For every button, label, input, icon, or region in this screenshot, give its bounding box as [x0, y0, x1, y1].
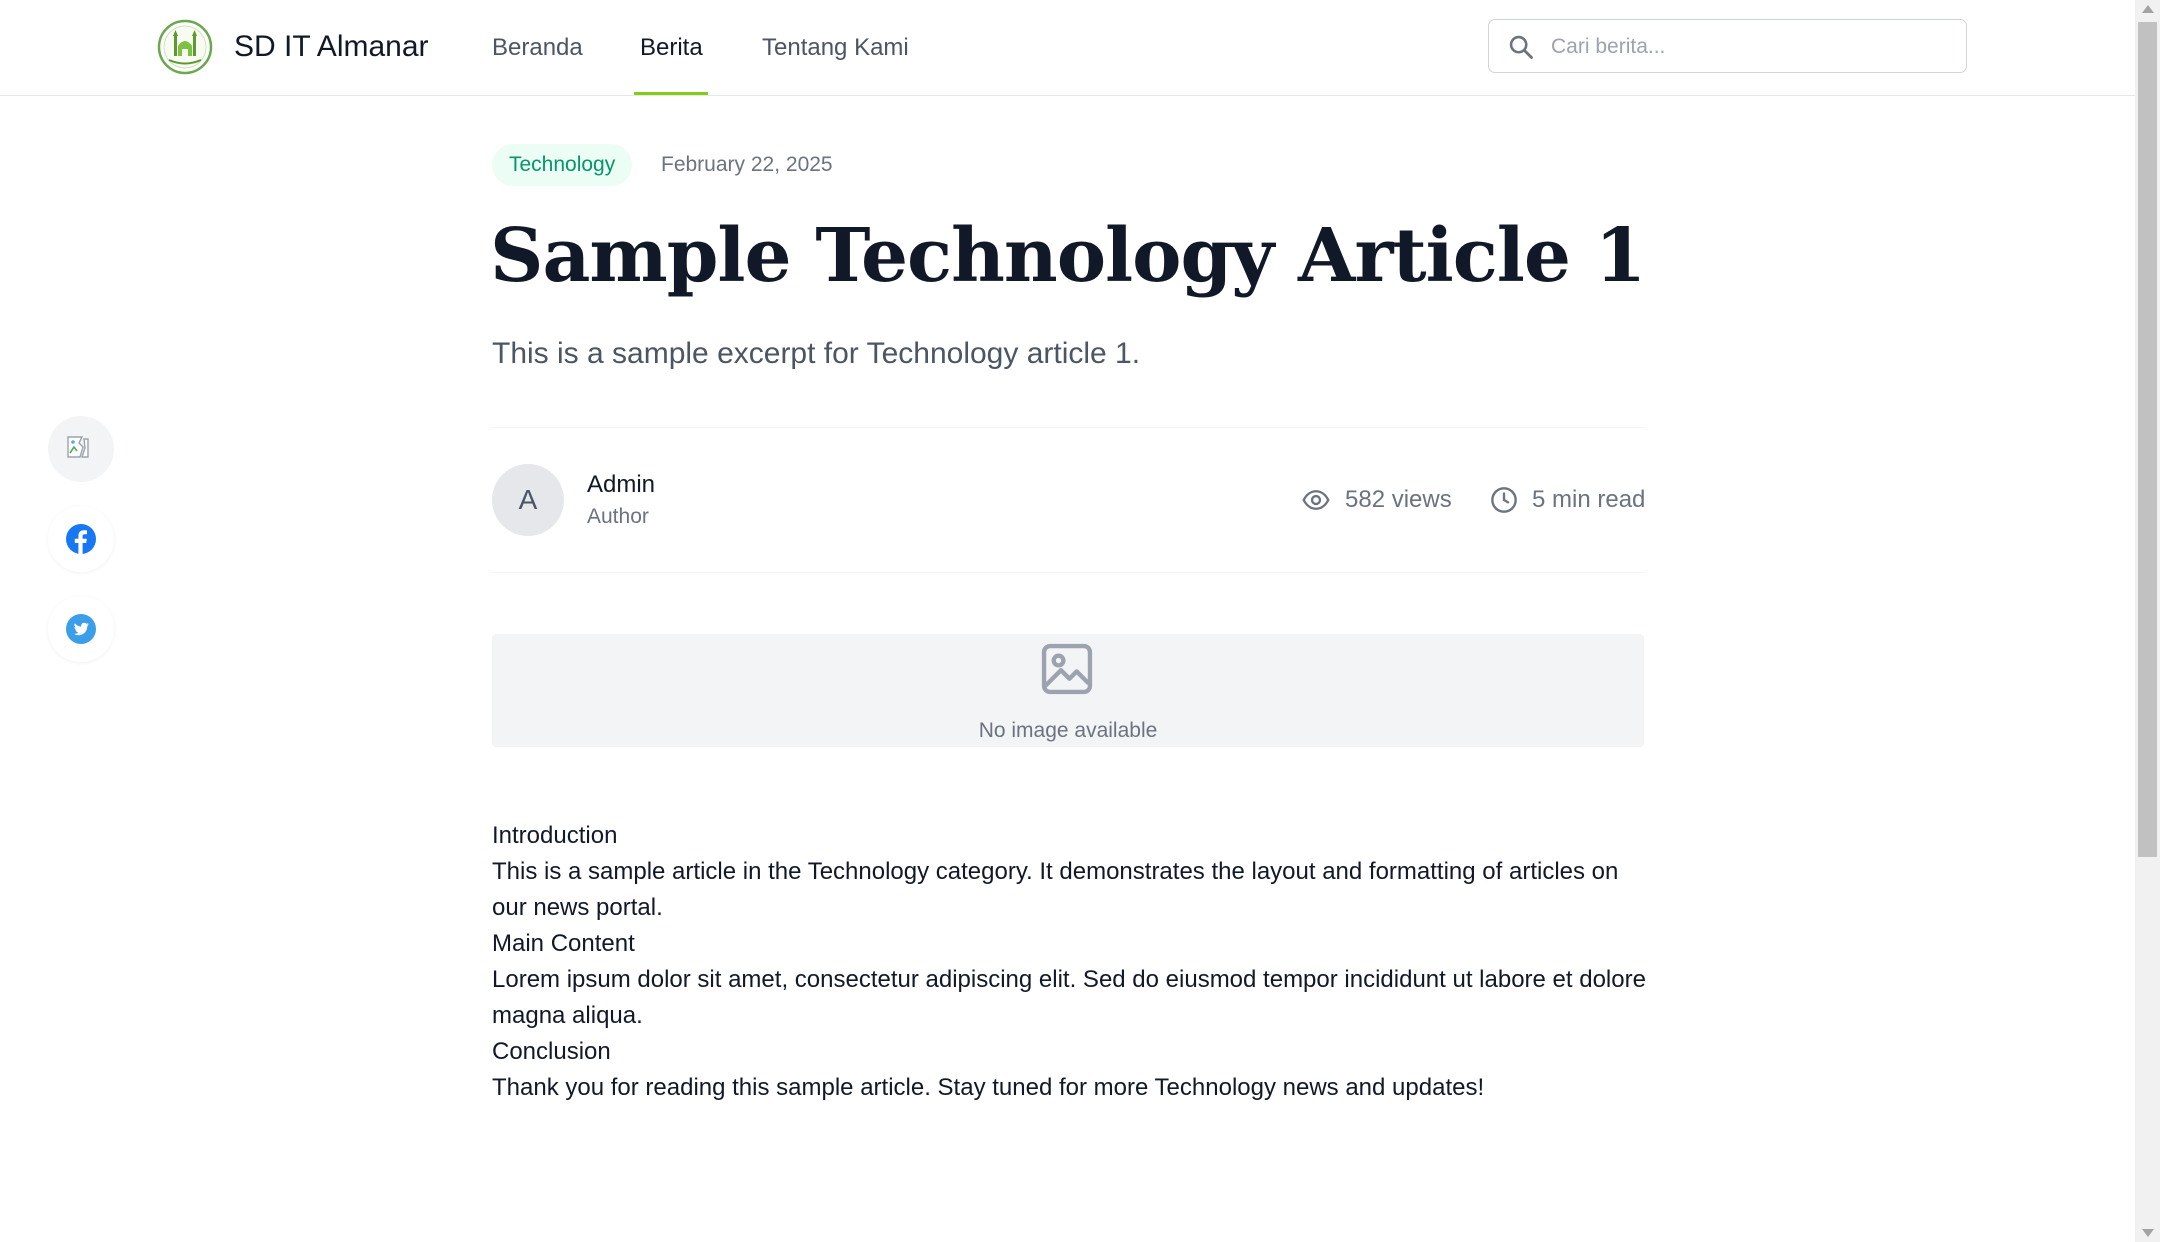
section-heading-conclusion: Conclusion [492, 1038, 611, 1065]
article-body: Introduction This is a sample article in… [492, 818, 1652, 1106]
scroll-down-arrow-icon[interactable] [2142, 1229, 2154, 1237]
nav-beranda[interactable]: Beranda [492, 30, 583, 66]
twitter-icon [66, 614, 96, 644]
broken-image-icon [67, 436, 89, 458]
body-paragraph: Thank you for reading this sample articl… [492, 1074, 1485, 1101]
meta-divider-top [492, 427, 1644, 428]
clock-icon [1491, 487, 1517, 513]
share-button-facebook[interactable] [48, 506, 114, 572]
site-brand[interactable]: SD IT Almanar [234, 27, 429, 67]
page-scrollbar[interactable] [2135, 0, 2160, 1242]
scrollbar-thumb[interactable] [2138, 22, 2157, 857]
facebook-icon [66, 524, 96, 554]
article-title: Sample Technology Article 1 [490, 213, 1646, 299]
school-logo-icon[interactable] [157, 19, 213, 75]
article-date: February 22, 2025 [661, 153, 833, 176]
search-icon [1509, 35, 1533, 59]
image-placeholder-icon [1041, 643, 1093, 695]
author-name: Admin [587, 471, 656, 498]
share-button-broken-image[interactable] [48, 416, 114, 482]
active-nav-indicator [634, 92, 708, 95]
section-heading-main-content: Main Content [492, 930, 635, 957]
image-placeholder-text: No image available [978, 719, 1158, 742]
article-excerpt: This is a sample excerpt for Technology … [492, 337, 1141, 370]
section-heading-introduction: Introduction [492, 822, 618, 849]
nav-tentang-kami[interactable]: Tentang Kami [762, 30, 909, 66]
author-avatar: A [492, 464, 564, 536]
search-box[interactable] [1488, 19, 1967, 73]
body-paragraph: Lorem ipsum dolor sit amet, consectetur … [492, 966, 1646, 1029]
featured-image-placeholder: No image available [492, 634, 1644, 747]
scroll-up-arrow-icon[interactable] [2142, 5, 2154, 13]
author-role: Author [587, 505, 649, 528]
body-paragraph: This is a sample article in the Technolo… [492, 858, 1619, 921]
nav-berita[interactable]: Berita [640, 30, 703, 66]
view-count: 582 views [1345, 486, 1452, 513]
share-button-twitter[interactable] [48, 596, 114, 662]
read-time: 5 min read [1532, 486, 1646, 513]
site-header: SD IT Almanar Beranda Berita Tentang Kam… [0, 0, 2135, 96]
eye-icon [1302, 490, 1330, 510]
category-badge[interactable]: Technology [492, 144, 633, 186]
meta-divider-bottom [492, 572, 1644, 573]
search-input[interactable] [1549, 28, 1953, 66]
